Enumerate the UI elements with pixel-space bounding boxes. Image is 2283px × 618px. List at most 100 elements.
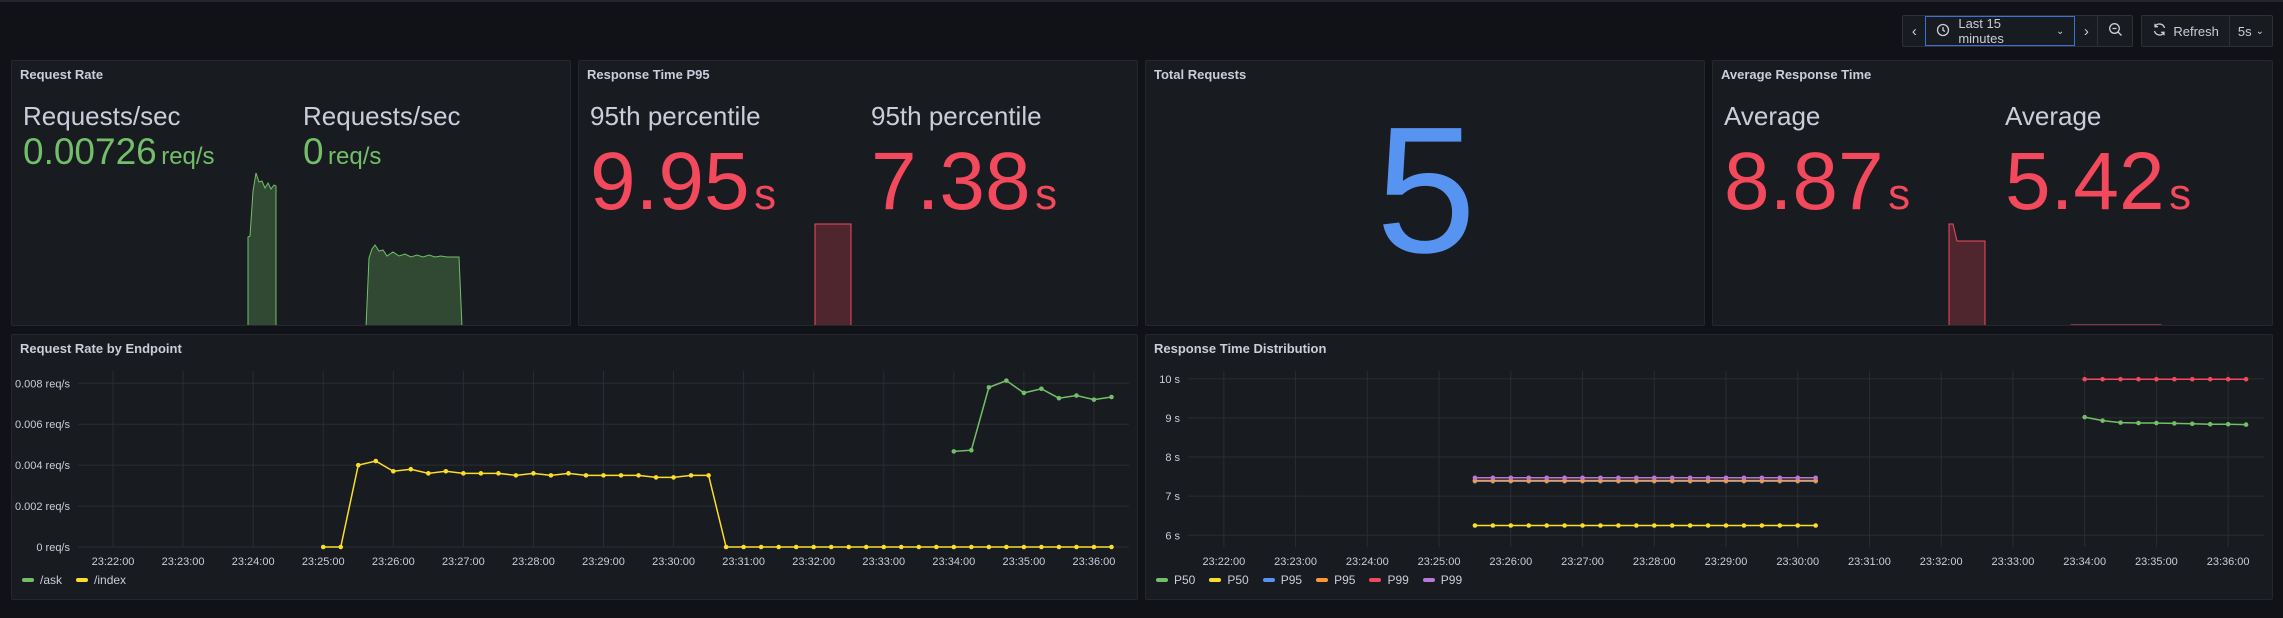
stat-value-2: 0 req/s	[303, 131, 381, 173]
time-back-button[interactable]: ‹	[1903, 16, 1925, 46]
request-rate-chart: 0 req/s 0.002 req/s 0.004 req/s 0.006 req/s…	[15, 371, 1129, 568]
data-point	[355, 462, 361, 468]
data-point	[1669, 523, 1675, 528]
data-point	[811, 544, 816, 550]
data-point	[2225, 421, 2231, 427]
legend-item[interactable]: P95	[1262, 573, 1303, 587]
data-point	[338, 544, 344, 550]
data-point	[881, 544, 887, 550]
data-point	[2189, 376, 2195, 382]
data-point	[1004, 544, 1009, 550]
data-point	[2136, 420, 2141, 426]
refresh-button[interactable]: Refresh	[2142, 16, 2229, 46]
stat-number: 8.87	[1724, 136, 1884, 227]
stat-unit: s	[2169, 170, 2192, 219]
x-tick-label: 23:27:00	[1561, 556, 1604, 568]
data-point	[1562, 475, 1567, 481]
legend-swatch	[1262, 578, 1275, 582]
legend-item[interactable]: /ask	[22, 573, 62, 587]
data-point	[1544, 523, 1549, 528]
data-point	[1705, 523, 1711, 528]
x-tick-label: 23:32:00	[1920, 556, 1963, 568]
data-point	[1777, 475, 1783, 481]
chart-legend: P50 P50 P95 P95 P99 P99	[1156, 573, 1462, 587]
data-point	[1526, 523, 1532, 528]
data-point	[1109, 394, 1114, 400]
zoom-out-button[interactable]	[2097, 16, 2132, 46]
legend-swatch	[1422, 578, 1435, 582]
stat-number: 0.00726	[23, 131, 157, 172]
data-point	[1562, 523, 1567, 528]
data-point	[916, 544, 922, 550]
x-tick-label: 23:24:00	[232, 556, 275, 568]
stat-label-2: Average	[2005, 101, 2102, 131]
x-tick-label: 23:29:00	[1705, 556, 1748, 568]
data-point	[1490, 523, 1496, 528]
refresh-interval-picker[interactable]: 5s ⌄	[2228, 16, 2272, 46]
data-point	[2154, 420, 2159, 426]
chevron-down-icon: ⌄	[2055, 25, 2065, 37]
total-requests-value: 5	[1375, 90, 1477, 291]
series-line	[323, 460, 1112, 548]
data-point	[478, 471, 484, 476]
stat-unit: s	[1888, 170, 1911, 219]
data-point	[969, 447, 974, 453]
x-tick-label: 23:31:00	[1848, 556, 1891, 568]
data-point	[320, 544, 326, 550]
data-point	[566, 471, 571, 476]
legend-item[interactable]: P99	[1422, 573, 1462, 587]
panel-title: Total Requests	[1154, 67, 1247, 82]
stat-value-1: 8.87 s	[1724, 135, 1910, 229]
data-point	[653, 475, 659, 480]
data-point	[1039, 544, 1044, 550]
y-tick-label: 6 s	[1165, 530, 1180, 542]
time-forward-button[interactable]: ›	[2075, 16, 2097, 46]
data-point	[2243, 376, 2249, 382]
data-point	[636, 473, 641, 478]
data-point	[443, 468, 449, 474]
data-point	[1723, 523, 1729, 528]
stat-unit: req/s	[161, 143, 215, 170]
data-point	[951, 544, 957, 550]
x-tick-label: 23:25:00	[1418, 556, 1461, 568]
refresh-label: Refresh	[2173, 23, 2219, 39]
time-range-label: Last 15 minutes	[1958, 16, 2004, 46]
data-point	[863, 544, 869, 550]
legend-item[interactable]: /index	[76, 573, 126, 587]
sparkline-1	[247, 172, 277, 325]
data-point	[2100, 376, 2105, 382]
y-tick-label: 0.002 req/s	[15, 501, 71, 513]
x-tick-label: 23:24:00	[1346, 556, 1389, 568]
sparkline-2	[2070, 324, 2162, 325]
legend-item[interactable]: P95	[1316, 573, 1355, 587]
data-point	[1472, 475, 1478, 481]
x-tick-label: 23:33:00	[862, 556, 905, 568]
legend-label: P95	[1280, 573, 1303, 587]
data-point	[2189, 421, 2195, 427]
stat-label-1: Average	[1724, 101, 1821, 131]
panel-response-time-distribution: Response Time Distribution 6 s7 s8 s9 s1…	[1145, 334, 2273, 600]
time-range-picker[interactable]: Last 15 minutes ⌄	[1925, 16, 2076, 46]
x-tick-label: 23:23:00	[162, 556, 205, 568]
data-point	[496, 471, 501, 476]
data-point	[1580, 523, 1585, 528]
data-point	[2118, 376, 2123, 382]
data-point	[1580, 475, 1585, 481]
data-point	[1490, 475, 1496, 481]
y-tick-label: 0.008 req/s	[15, 378, 71, 390]
legend-item[interactable]: P50	[1156, 573, 1195, 587]
legend-item[interactable]: P99	[1369, 573, 1409, 587]
legend-label: P50	[1227, 573, 1249, 587]
panel-response-time-p95: Response Time P95 95th percentile 9.95 s…	[578, 60, 1138, 326]
data-point	[461, 471, 466, 476]
data-point	[601, 473, 606, 478]
legend-item[interactable]: P50	[1209, 573, 1249, 587]
data-point	[583, 473, 589, 478]
zoom-out-icon	[2108, 22, 2123, 40]
x-tick-label: 23:23:00	[1274, 556, 1317, 568]
data-point	[688, 473, 694, 478]
legend-label: /index	[94, 573, 127, 587]
data-point	[1687, 475, 1693, 481]
data-point	[2172, 376, 2177, 382]
y-tick-label: 9 s	[1165, 413, 1180, 425]
